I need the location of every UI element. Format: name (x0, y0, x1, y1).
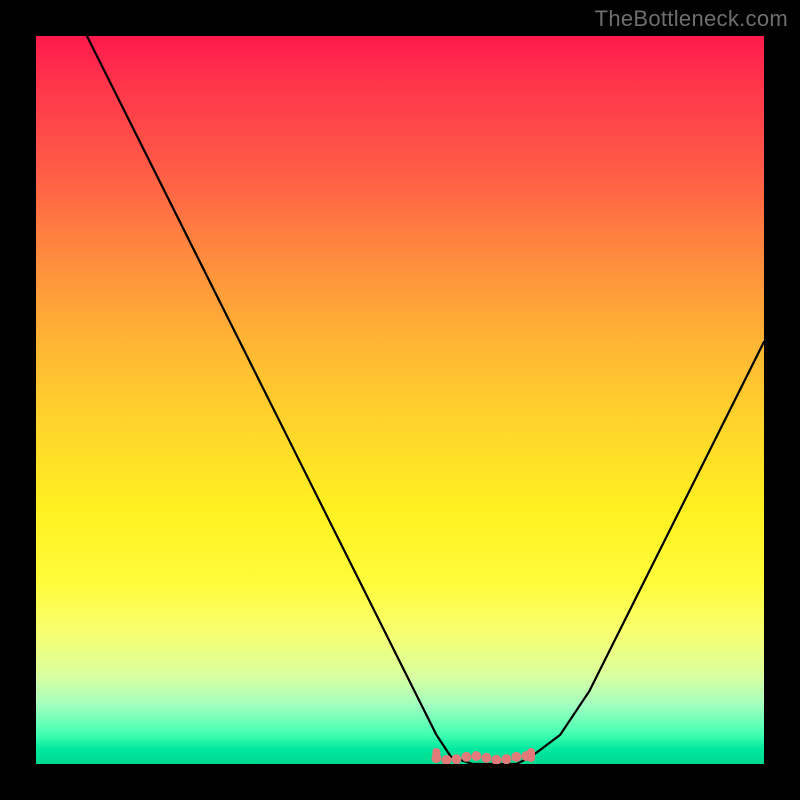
chart-plot-area (36, 36, 764, 764)
watermark-label: TheBottleneck.com (595, 6, 788, 32)
